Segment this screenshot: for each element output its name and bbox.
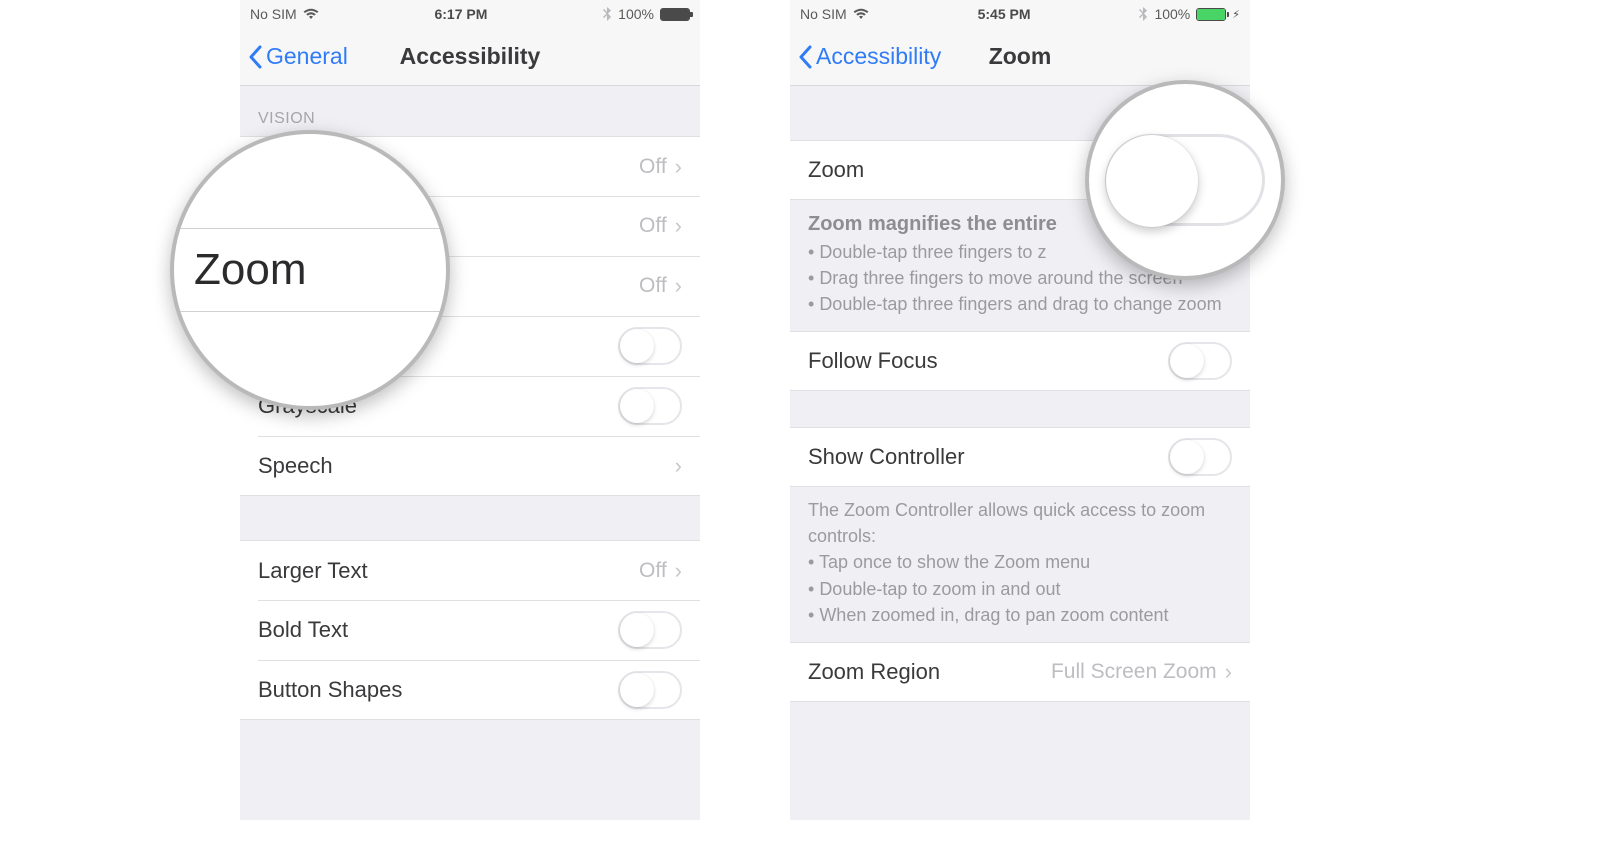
description-title: The Zoom Controller allows quick access … <box>808 497 1232 549</box>
charging-icon: ⚡︎ <box>1232 8 1240 21</box>
status-bar: No SIM 6:17 PM 100% <box>240 0 700 28</box>
section-header-vision: VISION <box>240 86 700 136</box>
chevron-right-icon: › <box>675 558 682 584</box>
description-bullet: Tap once to show the Zoom menu <box>808 549 1232 575</box>
zoom-region-group: Zoom Region Full Screen Zoom › <box>790 642 1250 702</box>
follow-focus-group: Follow Focus <box>790 331 1250 391</box>
battery-percent: 100% <box>1154 6 1190 22</box>
row-value: Full Screen Zoom <box>1051 660 1217 684</box>
row-value: Off <box>639 559 667 583</box>
chevron-right-icon: › <box>675 453 682 479</box>
row-button-shapes[interactable]: Button Shapes <box>240 660 700 720</box>
bluetooth-icon <box>1139 7 1148 21</box>
text-group: Larger Text Off › Bold Text Button Shape… <box>240 540 700 720</box>
carrier-text: No SIM <box>250 6 297 22</box>
toggle-switch[interactable] <box>1168 342 1232 380</box>
toggle-switch[interactable] <box>618 671 682 709</box>
description-bullet: When zoomed in, drag to pan zoom content <box>808 602 1232 628</box>
chevron-right-icon: › <box>1225 659 1232 685</box>
toggle-switch[interactable] <box>1168 438 1232 476</box>
battery-percent: 100% <box>618 6 654 22</box>
row-label: Button Shapes <box>258 677 618 703</box>
row-zoom-region[interactable]: Zoom Region Full Screen Zoom › <box>790 642 1250 702</box>
wifi-icon <box>303 8 319 20</box>
chevron-right-icon: › <box>675 213 682 239</box>
battery-icon <box>660 8 690 21</box>
nav-bar: General Accessibility <box>240 28 700 86</box>
callout-magnifier-zoom: Zoom <box>170 130 450 410</box>
screen-accessibility: No SIM 6:17 PM 100% General Accessibilit… <box>240 0 700 820</box>
wifi-icon <box>853 8 869 20</box>
row-bold-text[interactable]: Bold Text <box>240 600 700 660</box>
magnified-toggle <box>1105 134 1265 226</box>
nav-title: Zoom <box>989 43 1052 70</box>
carrier-text: No SIM <box>800 6 847 22</box>
clock-text: 6:17 PM <box>434 6 487 22</box>
back-button[interactable]: Accessibility <box>798 43 941 70</box>
row-follow-focus[interactable]: Follow Focus <box>790 331 1250 391</box>
magnified-row-zoom: Zoom <box>170 228 450 312</box>
row-label: Bold Text <box>258 617 618 643</box>
bluetooth-icon <box>603 7 612 21</box>
row-label: Follow Focus <box>808 348 1168 374</box>
row-speech[interactable]: Speech › <box>240 436 700 496</box>
description-bullet: Double-tap three fingers and drag to cha… <box>808 291 1232 317</box>
battery-icon <box>1196 8 1226 21</box>
chevron-right-icon: › <box>675 154 682 180</box>
nav-title: Accessibility <box>400 43 541 70</box>
status-bar: No SIM 5:45 PM 100% ⚡︎ <box>790 0 1250 28</box>
row-show-controller[interactable]: Show Controller <box>790 427 1250 487</box>
row-value: Off <box>639 214 667 238</box>
row-value: Off <box>639 274 667 298</box>
toggle-switch[interactable] <box>618 387 682 425</box>
controller-group: Show Controller <box>790 427 1250 487</box>
magnified-label: Zoom <box>194 245 306 295</box>
description-bullet: Double-tap to zoom in and out <box>808 576 1232 602</box>
toggle-switch[interactable] <box>618 611 682 649</box>
back-label: General <box>266 43 348 70</box>
row-label: Show Controller <box>808 444 1168 470</box>
controller-description: The Zoom Controller allows quick access … <box>790 487 1250 641</box>
row-label: Speech <box>258 453 675 479</box>
toggle-switch[interactable] <box>618 327 682 365</box>
row-label: Zoom Region <box>808 659 1051 685</box>
nav-bar: Accessibility Zoom <box>790 28 1250 86</box>
row-larger-text[interactable]: Larger Text Off › <box>240 540 700 600</box>
callout-magnifier-toggle <box>1085 80 1285 280</box>
back-label: Accessibility <box>816 43 941 70</box>
row-value: Off <box>639 155 667 179</box>
chevron-right-icon: › <box>675 273 682 299</box>
row-label: Larger Text <box>258 558 639 584</box>
back-button[interactable]: General <box>248 43 348 70</box>
clock-text: 5:45 PM <box>978 6 1031 22</box>
